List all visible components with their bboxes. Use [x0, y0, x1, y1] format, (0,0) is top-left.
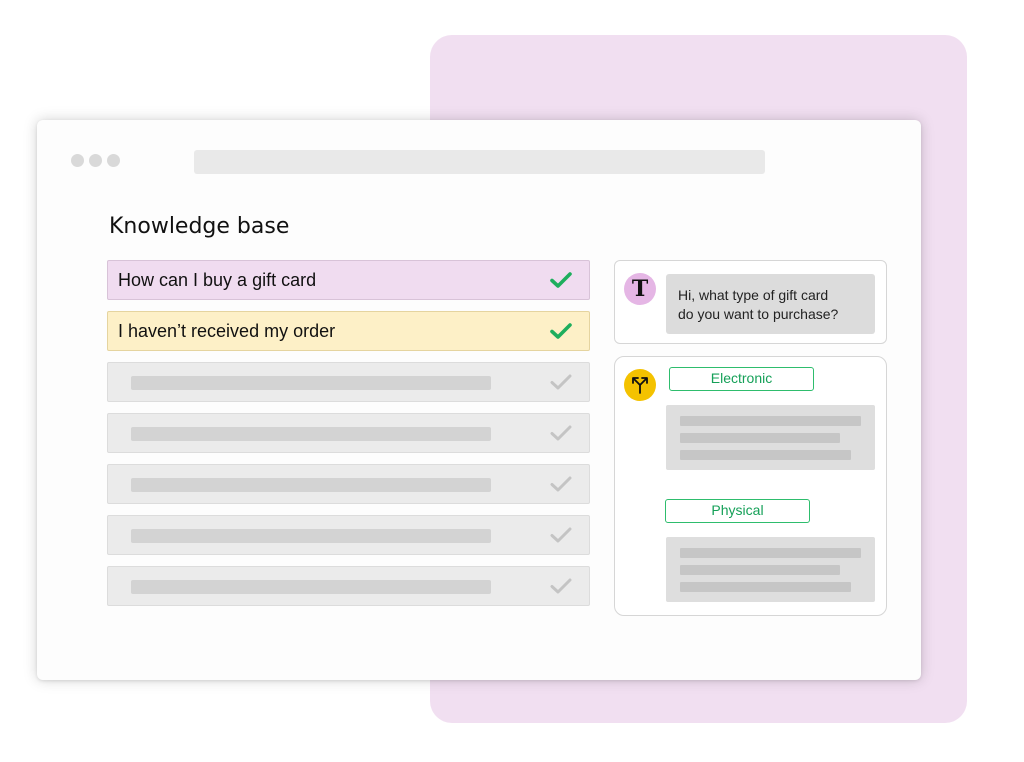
browser-window: Knowledge base How can I buy a gift card…	[37, 120, 921, 680]
split-arrows-icon	[624, 369, 656, 401]
kb-item-placeholder[interactable]	[107, 515, 590, 555]
option-electronic-button[interactable]: Electronic	[669, 367, 814, 391]
chat-message-panel: T Hi, what type of gift card do you want…	[614, 260, 887, 344]
answer-card-physical	[666, 537, 875, 602]
placeholder-line	[680, 416, 861, 426]
window-dot-minimize[interactable]	[89, 154, 102, 167]
placeholder-line	[680, 450, 851, 460]
knowledge-base-list: How can I buy a gift card I haven’t rece…	[107, 260, 590, 617]
check-icon	[550, 425, 572, 441]
check-icon	[550, 272, 572, 288]
check-icon	[550, 476, 572, 492]
check-icon	[550, 527, 572, 543]
placeholder-line	[680, 582, 851, 592]
window-dot-maximize[interactable]	[107, 154, 120, 167]
kb-item-placeholder[interactable]	[107, 413, 590, 453]
kb-item-order-not-received[interactable]: I haven’t received my order	[107, 311, 590, 351]
placeholder-line	[680, 433, 840, 443]
window-controls	[71, 154, 120, 167]
kb-item-label: How can I buy a gift card	[118, 270, 317, 290]
placeholder-bar	[131, 376, 491, 390]
kb-item-placeholder[interactable]	[107, 362, 590, 402]
kb-item-placeholder[interactable]	[107, 464, 590, 504]
kb-item-placeholder[interactable]	[107, 566, 590, 606]
chat-message-line: Hi, what type of gift card	[678, 287, 829, 303]
kb-item-gift-card[interactable]: How can I buy a gift card	[107, 260, 590, 300]
address-bar[interactable]	[194, 150, 765, 174]
branch-options-panel: Electronic Physical	[614, 356, 887, 616]
placeholder-bar	[131, 478, 491, 492]
check-icon	[550, 374, 572, 390]
placeholder-bar	[131, 580, 491, 594]
placeholder-line	[680, 548, 861, 558]
placeholder-line	[680, 565, 840, 575]
option-physical-button[interactable]: Physical	[665, 499, 810, 523]
page-title: Knowledge base	[109, 214, 290, 239]
check-icon	[550, 578, 572, 594]
chat-bubble: Hi, what type of gift card do you want t…	[666, 274, 875, 334]
placeholder-bar	[131, 529, 491, 543]
window-dot-close[interactable]	[71, 154, 84, 167]
answer-card-electronic	[666, 405, 875, 470]
chat-message-line: do you want to purchase?	[678, 306, 839, 322]
text-avatar: T	[624, 273, 656, 305]
check-icon	[550, 323, 572, 339]
placeholder-bar	[131, 427, 491, 441]
kb-item-label: I haven’t received my order	[118, 321, 336, 341]
